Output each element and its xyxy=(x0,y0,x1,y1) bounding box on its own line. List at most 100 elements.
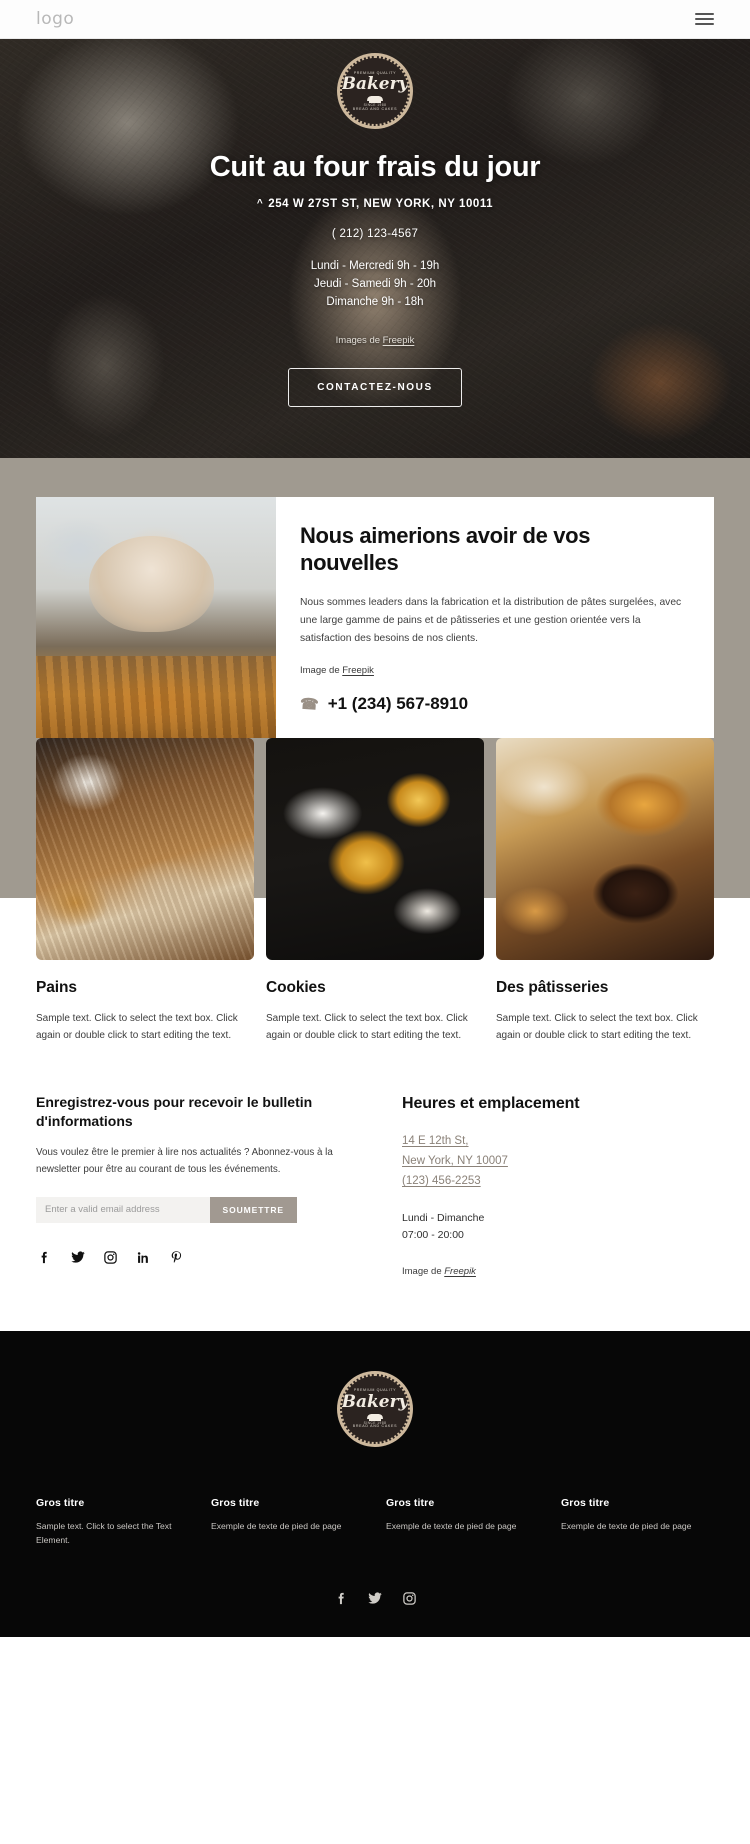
hero-image-credit: Images de Freepik xyxy=(0,335,750,346)
hero-hours-line: Jeudi - Samedi 9h - 20h xyxy=(313,277,437,290)
baker-photo xyxy=(36,497,276,738)
hero-phone[interactable]: ( 212) 123-4567 xyxy=(0,228,750,240)
footer-column: Gros titre Exemple de texte de pied de p… xyxy=(386,1497,539,1548)
facebook-icon[interactable] xyxy=(333,1590,350,1607)
hero-credit-link[interactable]: Freepik xyxy=(383,335,415,346)
twitter-icon[interactable] xyxy=(367,1590,384,1607)
hours-address: 14 E 12th St, New York, NY 10007 (123) 4… xyxy=(402,1131,714,1191)
card-cookies[interactable]: Cookies Sample text. Click to select the… xyxy=(266,737,484,1045)
newsletter-description: Vous voulez être le premier à lire nos a… xyxy=(36,1147,333,1175)
hero-hours-line: Lundi - Mercredi 9h - 19h xyxy=(310,260,440,272)
contact-us-button[interactable]: CONTACTEZ-NOUS xyxy=(288,368,462,408)
hours-image-credit: Image de Freepik xyxy=(402,1266,714,1277)
site-logo[interactable]: logo xyxy=(36,9,74,29)
social-links xyxy=(36,1249,366,1266)
hero-address[interactable]: ^ 254 W 27ST ST, NEW YORK, NY 10011 xyxy=(0,197,750,211)
footer-badge-bottom-text: BREAD AND CAKES xyxy=(352,1424,398,1429)
breads-photo xyxy=(36,737,254,960)
hero-section: PREMIUM QUALITY Bakery SINCE 1988 BREAD … xyxy=(0,39,750,458)
submit-button[interactable]: SOUMETTRE xyxy=(209,1196,297,1223)
chef-hat-icon xyxy=(366,94,384,104)
phone-icon: ☎ xyxy=(299,695,320,714)
page-root: logo PREMIUM QUALITY Bakery SINCE 1988 B… xyxy=(0,0,750,1637)
contact-card-body: Nous aimerions avoir de vos nouvelles No… xyxy=(276,497,714,738)
contact-band: Nous aimerions avoir de vos nouvelles No… xyxy=(0,458,750,1045)
contact-title: Nous aimerions avoir de vos nouvelles xyxy=(300,523,591,575)
footer-column-title: Gros titre xyxy=(561,1496,610,1509)
newsletter-and-hours-section: Enregistrez-vous pour recevoir le bullet… xyxy=(0,1044,750,1277)
footer-badge-inner: PREMIUM QUALITY Bakery SINCE 1988 BREAD … xyxy=(340,1373,410,1444)
footer-column: Gros titre Sample text. Click to select … xyxy=(36,1497,189,1548)
footer-column: Gros titre Exemple de texte de pied de p… xyxy=(211,1497,364,1548)
newsletter-title: Enregistrez-vous pour recevoir le bullet… xyxy=(36,1093,313,1130)
site-footer: PREMIUM QUALITY Bakery SINCE 1988 BREAD … xyxy=(0,1330,750,1637)
cards-row: Pains Sample text. Click to select the t… xyxy=(0,737,750,1045)
card-title: Cookies xyxy=(266,978,326,996)
footer-chef-hat-icon xyxy=(366,1412,384,1422)
hero-address-text: 254 W 27ST ST, NEW YORK, NY 10011 xyxy=(268,198,494,210)
footer-column-title: Gros titre xyxy=(211,1496,260,1509)
twitter-icon[interactable] xyxy=(69,1249,86,1266)
footer-badge-name-text: Bakery xyxy=(341,1392,409,1413)
card-title: Pains xyxy=(36,978,77,996)
hours-location-block: Heures et emplacement 14 E 12th St, New … xyxy=(402,1093,714,1277)
linkedin-icon[interactable] xyxy=(135,1249,152,1266)
hamburger-menu-icon[interactable] xyxy=(695,13,714,25)
contact-wrapper: Nous aimerions avoir de vos nouvelles No… xyxy=(0,458,750,738)
footer-column-title: Gros titre xyxy=(386,1496,435,1509)
facebook-icon[interactable] xyxy=(36,1249,53,1266)
opening-hours: Lundi - Dimanche 07:00 - 20:00 xyxy=(402,1210,714,1244)
footer-columns: Gros titre Sample text. Click to select … xyxy=(36,1497,714,1548)
cards-section: Pains Sample text. Click to select the t… xyxy=(0,737,750,1045)
contact-credit-link[interactable]: Freepik xyxy=(342,665,374,676)
footer-badge-top-text: PREMIUM QUALITY xyxy=(353,1388,397,1393)
newsletter-block: Enregistrez-vous pour recevoir le bullet… xyxy=(36,1093,366,1277)
instagram-icon[interactable] xyxy=(401,1590,418,1607)
card-pains[interactable]: Pains Sample text. Click to select the t… xyxy=(36,737,254,1045)
footer-column-text: Sample text. Click to select the Text El… xyxy=(36,1520,172,1546)
contact-phone[interactable]: ☎ +1 (234) 567-8910 xyxy=(299,693,684,714)
hamburger-line xyxy=(695,18,714,20)
footer-column-text: Exemple de texte de pied de page xyxy=(386,1520,517,1531)
hero-credit-prefix: Images de xyxy=(335,335,383,347)
hours-location-title: Heures et emplacement xyxy=(402,1094,580,1112)
address-line-1[interactable]: 14 E 12th St, xyxy=(402,1131,714,1151)
opening-days: Lundi - Dimanche xyxy=(402,1212,485,1225)
newsletter-form: SOUMETTRE xyxy=(36,1196,297,1223)
hero-hours-line: Dimanche 9h - 18h xyxy=(326,295,424,308)
footer-bakery-badge-logo: PREMIUM QUALITY Bakery SINCE 1988 BREAD … xyxy=(337,1370,413,1447)
opening-times: 07:00 - 20:00 xyxy=(402,1228,464,1241)
badge-top-text: PREMIUM QUALITY xyxy=(353,70,397,75)
contact-image-credit: Image de Freepik xyxy=(300,665,684,676)
site-header: logo xyxy=(0,0,750,39)
bakery-badge-inner: PREMIUM QUALITY Bakery SINCE 1988 BREAD … xyxy=(340,56,410,126)
card-text: Sample text. Click to select the text bo… xyxy=(266,1012,468,1042)
bottom-spacer xyxy=(0,1276,750,1331)
hours-credit-link[interactable]: Freepik xyxy=(444,1266,476,1277)
contact-credit-prefix: Image de xyxy=(300,664,343,676)
hours-credit-prefix: Image de xyxy=(402,1265,445,1277)
bakery-badge-logo: PREMIUM QUALITY Bakery SINCE 1988 BREAD … xyxy=(337,53,413,129)
hero-hours: Lundi - Mercredi 9h - 19h Jeudi - Samedi… xyxy=(0,258,750,311)
footer-social-links xyxy=(36,1590,714,1607)
contact-phone-number: +1 (234) 567-8910 xyxy=(327,693,469,713)
instagram-icon[interactable] xyxy=(102,1249,119,1266)
email-input[interactable] xyxy=(36,1196,210,1223)
hamburger-line xyxy=(695,23,714,25)
badge-name-text: Bakery xyxy=(341,74,409,95)
location-phone[interactable]: (123) 456-2253 xyxy=(402,1171,714,1191)
card-title: Des pâtisseries xyxy=(496,978,609,996)
card-patisseries[interactable]: Des pâtisseries Sample text. Click to se… xyxy=(496,737,714,1045)
card-text: Sample text. Click to select the text bo… xyxy=(496,1012,698,1042)
pinterest-icon[interactable] xyxy=(168,1249,185,1266)
hamburger-line xyxy=(695,13,714,15)
footer-badge-wrapper: PREMIUM QUALITY Bakery SINCE 1988 BREAD … xyxy=(36,1370,714,1447)
footer-column-text: Exemple de texte de pied de page xyxy=(561,1520,692,1531)
card-text: Sample text. Click to select the text bo… xyxy=(36,1012,238,1042)
caret-up-icon: ^ xyxy=(256,197,264,209)
badge-bottom-text: BREAD AND CAKES xyxy=(352,106,398,111)
contact-description: Nous sommes leaders dans la fabrication … xyxy=(300,596,682,644)
cookies-photo xyxy=(266,737,484,960)
hero-title: Cuit au four frais du jour xyxy=(209,151,541,183)
address-line-2[interactable]: New York, NY 10007 xyxy=(402,1151,714,1171)
